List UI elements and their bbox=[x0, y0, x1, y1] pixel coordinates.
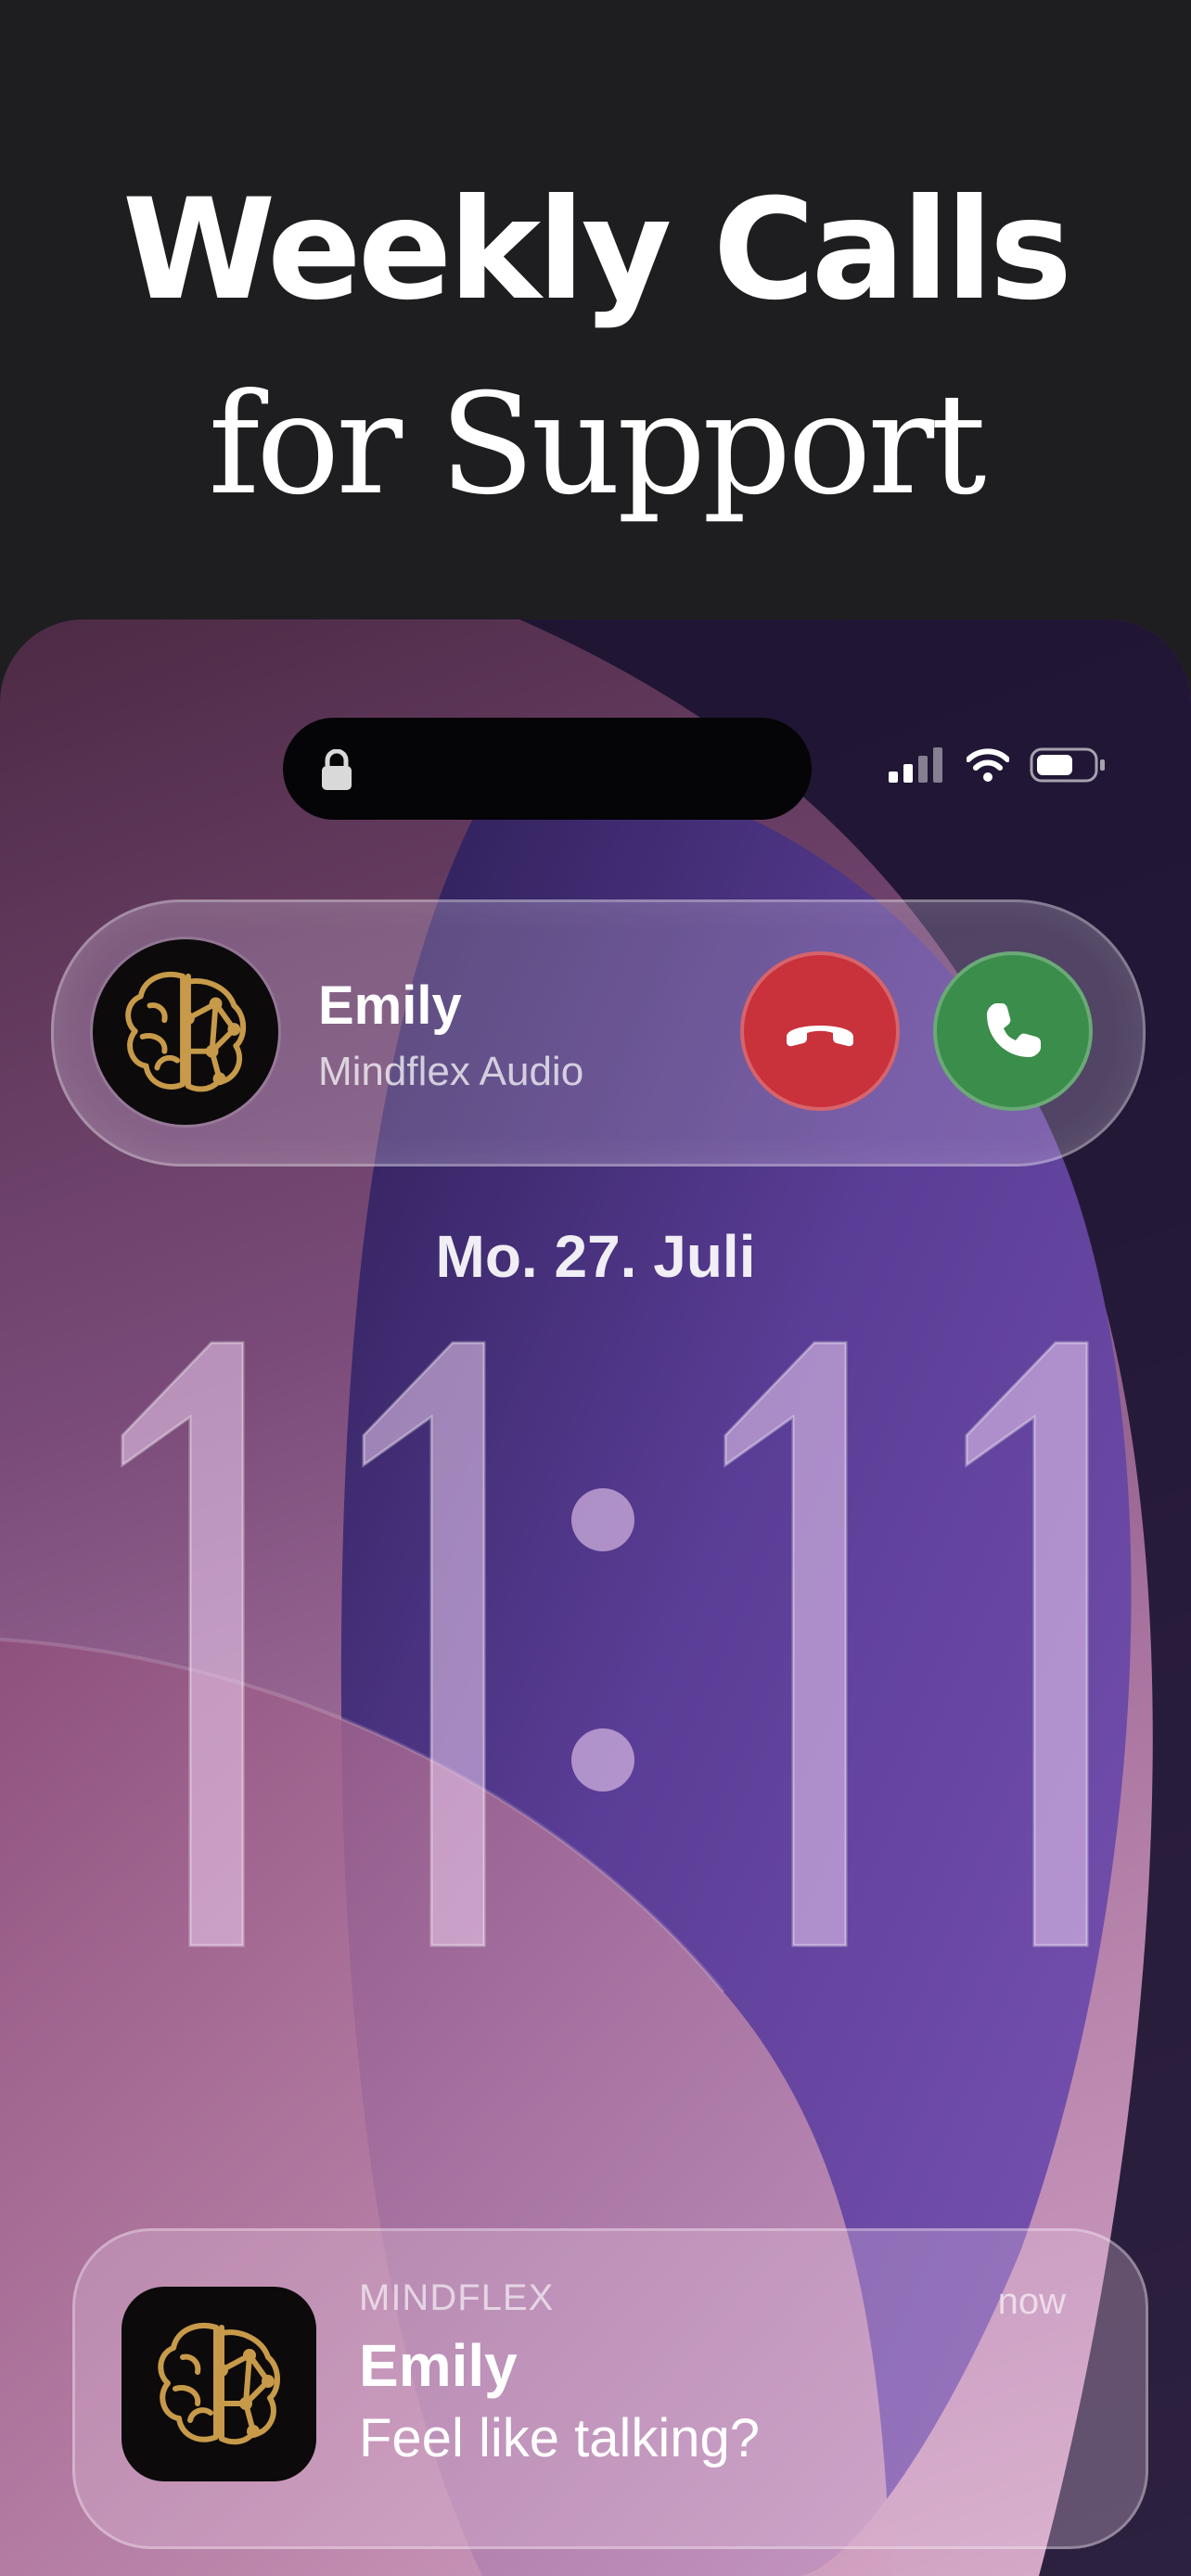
headline: Weekly Calls for Support bbox=[0, 0, 1191, 612]
phone-icon bbox=[987, 1003, 1041, 1057]
status-bar bbox=[889, 747, 1108, 787]
notification-time: now bbox=[997, 2281, 1066, 2322]
notification-body: Feel like talking? bbox=[359, 2408, 760, 2468]
notification-app-icon bbox=[122, 2287, 316, 2481]
phone-hangup-icon bbox=[787, 1026, 853, 1047]
lock-icon bbox=[322, 749, 352, 790]
battery-icon bbox=[1030, 747, 1108, 787]
brain-logo-icon bbox=[158, 2323, 280, 2445]
signal-icon bbox=[889, 747, 946, 787]
accept-call-button[interactable] bbox=[933, 951, 1093, 1111]
lock-screen-date: Mo. 27. Juli bbox=[435, 1223, 756, 1290]
wifi-icon bbox=[966, 748, 1010, 786]
notification-app-name: MINDFLEX bbox=[359, 2277, 555, 2318]
headline-title: Weekly Calls bbox=[122, 170, 1072, 331]
notification-title: Emily bbox=[359, 2332, 518, 2399]
caller-subtitle: Mindflex Audio bbox=[318, 1049, 584, 1094]
notification-card[interactable]: MINDFLEX now Emily Feel like talking? bbox=[72, 2228, 1148, 2549]
caller-avatar bbox=[93, 939, 278, 1125]
phone-lock-screen: Emily Mindflex Audio Mo. 27. Juli MINDFL… bbox=[0, 619, 1191, 2576]
brain-logo-icon bbox=[125, 971, 247, 1092]
incoming-call-banner[interactable]: Emily Mindflex Audio bbox=[51, 899, 1146, 1167]
headline-subtitle: for Support bbox=[208, 364, 987, 526]
decline-call-button[interactable] bbox=[740, 951, 900, 1111]
caller-name: Emily bbox=[318, 976, 462, 1036]
dynamic-island bbox=[283, 718, 812, 820]
